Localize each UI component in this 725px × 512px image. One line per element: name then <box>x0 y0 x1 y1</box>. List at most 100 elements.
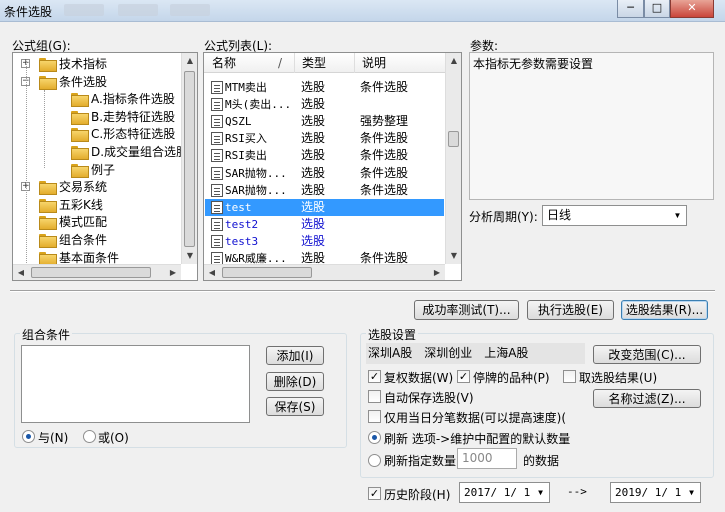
refresh-default-radio[interactable] <box>368 431 381 444</box>
list-horizontal-scrollbar[interactable]: ◀ ▶ <box>204 264 445 280</box>
column-divider <box>354 53 355 73</box>
folder-icon <box>39 216 57 231</box>
scroll-right-arrow-icon[interactable]: ▶ <box>166 266 180 280</box>
scroll-right-arrow-icon[interactable]: ▶ <box>430 266 444 280</box>
chevron-down-icon[interactable]: ▼ <box>683 483 700 502</box>
list-row[interactable]: test3 选股 <box>205 233 444 250</box>
current-day-checkbox[interactable] <box>368 410 381 423</box>
list-row[interactable]: SAR抛物... 选股 条件选股 <box>205 182 444 199</box>
close-button[interactable]: ✕ <box>670 0 714 18</box>
markets-display: 深圳A股 深圳创业 上海A股 <box>366 343 585 364</box>
blurred-toolbar-item <box>170 4 210 16</box>
result-button[interactable]: 选股结果(R)... <box>621 300 708 320</box>
column-header-type[interactable]: 类型 <box>302 53 326 73</box>
tree-item-label: D.成交量组合选股 <box>91 145 189 159</box>
list-row[interactable]: RSI卖出 选股 条件选股 <box>205 147 444 164</box>
scroll-up-arrow-icon[interactable]: ▲ <box>183 54 197 68</box>
list-vertical-scrollbar[interactable]: ▲ ▼ <box>445 53 461 264</box>
column-header-name[interactable]: 名称 <box>212 53 236 73</box>
period-label: 分析周期(Y): <box>469 210 538 224</box>
refresh-count-radio[interactable] <box>368 454 381 467</box>
tree-item-label: 组合条件 <box>59 233 108 247</box>
and-radio[interactable] <box>22 430 35 443</box>
name-filter-button[interactable]: 名称过滤(Z)... <box>593 389 701 408</box>
tree-vertical-scrollbar[interactable]: ▲ ▼ <box>181 53 197 264</box>
scroll-down-arrow-icon[interactable]: ▼ <box>447 249 461 263</box>
chevron-down-icon[interactable]: ▼ <box>669 206 686 225</box>
history-checkbox[interactable]: ✓ <box>368 487 381 500</box>
formula-doc-icon <box>211 98 223 112</box>
list-row[interactable]: QSZL 选股 强势整理 <box>205 113 444 130</box>
adjusted-label: 复权数据(W) <box>384 371 454 385</box>
cancel-result-checkbox[interactable] <box>563 370 576 383</box>
history-from-date[interactable]: 2017/ 1/ 1 ▼ <box>459 482 550 503</box>
cell-type: 选股 <box>301 148 326 163</box>
column-divider <box>294 53 295 73</box>
folder-icon <box>71 110 89 125</box>
suspended-label: 停牌的品种(P) <box>473 371 550 385</box>
maximize-button[interactable]: □ <box>644 0 670 18</box>
list-row[interactable]: SAR抛物... 选股 条件选股 <box>205 165 444 182</box>
folder-icon <box>71 93 89 108</box>
auto-save-checkbox[interactable] <box>368 390 381 403</box>
column-header-desc[interactable]: 说明 <box>362 53 386 73</box>
folder-icon <box>39 75 57 90</box>
chevron-down-icon[interactable]: ▼ <box>532 483 549 502</box>
cell-desc: 条件选股 <box>360 80 409 94</box>
scroll-down-arrow-icon[interactable]: ▼ <box>183 249 197 263</box>
tree-item-label: B.走势特征选股 <box>91 109 176 124</box>
tree-horizontal-scrollbar[interactable]: ◀ ▶ <box>13 264 181 280</box>
scroll-left-arrow-icon[interactable]: ◀ <box>205 266 219 280</box>
success-test-button[interactable]: 成功率测试(T)... <box>414 300 519 320</box>
cell-type: 选股 <box>301 165 326 180</box>
cell-name: SAR抛物... <box>225 183 287 197</box>
formula-list[interactable]: 名称 / 类型 说明 MTM卖出 选股 条件选股 M头(卖出... 选股 QSZL 选股 强势… <box>203 52 462 281</box>
tree-item-label: 交易系统 <box>59 180 108 195</box>
scroll-thumb[interactable] <box>31 267 151 278</box>
delete-button[interactable]: 删除(D) <box>266 372 324 391</box>
folder-icon <box>39 181 57 196</box>
cell-type: 选股 <box>301 97 326 112</box>
cell-name: RSI卖出 <box>225 149 267 163</box>
history-to-value: 2019/ 1/ 1 <box>615 486 682 499</box>
blurred-toolbar-item <box>118 4 158 16</box>
tree-item-label: 条件选股 <box>59 74 108 89</box>
cell-type: 选股 <box>301 233 326 248</box>
folder-icon <box>39 58 57 72</box>
and-label: 与(N) <box>38 431 69 445</box>
or-radio[interactable] <box>83 430 96 443</box>
blurred-toolbar-item <box>64 4 104 16</box>
change-range-button[interactable]: 改变范围(C)... <box>593 345 701 364</box>
adjusted-checkbox[interactable]: ✓ <box>368 370 381 383</box>
cell-name: RSI买入 <box>225 132 267 146</box>
list-row[interactable]: test 选股 <box>205 198 444 216</box>
cell-desc: 强势整理 <box>360 114 409 129</box>
combo-conditions-list[interactable] <box>21 345 250 423</box>
scroll-thumb[interactable] <box>222 267 312 278</box>
scroll-thumb[interactable] <box>184 71 195 247</box>
list-row[interactable]: M头(卖出... 选股 <box>205 96 444 113</box>
list-row[interactable]: MTM卖出 选股 条件选股 <box>205 79 444 96</box>
scroll-left-arrow-icon[interactable]: ◀ <box>14 266 28 280</box>
combo-conditions-title: 组合条件 <box>20 326 73 343</box>
formula-group-tree[interactable]: + 技术指标 − 条件选股 A.指标条件选股 B.走势特征选股 C.形态特征选股 D.成交量组… <box>12 52 198 281</box>
list-row[interactable]: RSI买入 选股 条件选股 <box>205 130 444 147</box>
scroll-up-arrow-icon[interactable]: ▲ <box>447 54 461 68</box>
save-button[interactable]: 保存(S) <box>266 397 324 416</box>
list-row[interactable]: test2 选股 <box>205 216 444 233</box>
execute-button[interactable]: 执行选股(E) <box>527 300 614 320</box>
add-button[interactable]: 添加(I) <box>266 346 324 365</box>
cell-type: 选股 <box>301 114 326 129</box>
cell-name: test2 <box>225 217 259 231</box>
folder-icon <box>39 234 57 248</box>
sort-icon: / <box>278 56 283 70</box>
scroll-thumb[interactable] <box>448 131 459 147</box>
period-select[interactable]: 日线 ▼ <box>542 205 687 226</box>
cell-name: QSZL <box>225 115 252 129</box>
minimize-button[interactable]: ─ <box>617 0 644 18</box>
refresh-count-input[interactable]: 1000 <box>457 448 517 469</box>
tree-item-label: C.形态特征选股 <box>91 127 176 142</box>
suspended-checkbox[interactable]: ✓ <box>457 370 470 383</box>
history-to-date[interactable]: 2019/ 1/ 1 ▼ <box>610 482 701 503</box>
auto-save-label: 自动保存选股(V) <box>384 391 474 405</box>
